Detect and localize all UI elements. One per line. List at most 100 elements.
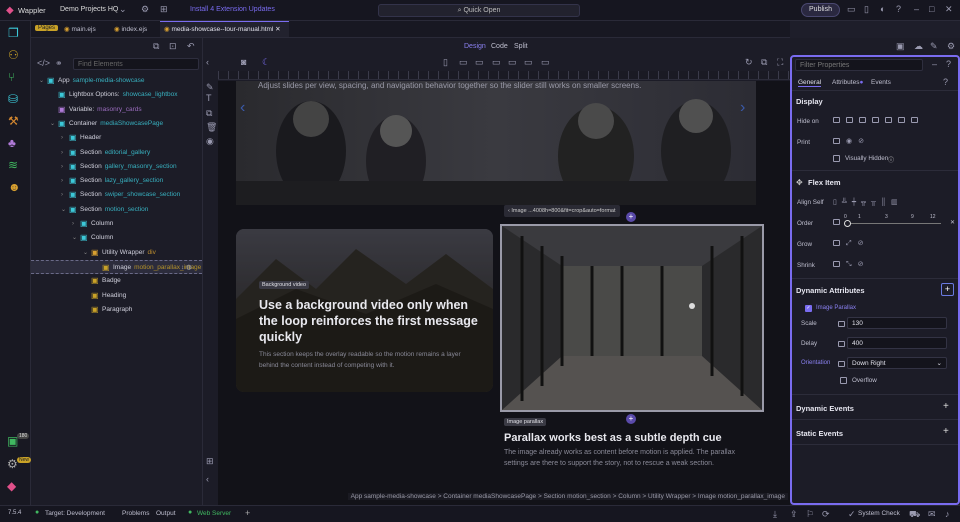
fullscreen-icon[interactable]: ⛶ [777, 58, 783, 67]
grid-icon[interactable]: ⊞ [206, 457, 214, 466]
device-desktop-icon[interactable]: ▭ [508, 58, 517, 67]
tree-item[interactable]: ▣ Badge [31, 274, 202, 288]
assets-icon[interactable]: ♣ [8, 136, 16, 150]
eye-icon[interactable]: ◉ [206, 137, 214, 146]
text-icon[interactable]: T [206, 94, 212, 103]
project-selector[interactable]: Demo Projects HQ [60, 6, 118, 13]
open-external-icon[interactable]: ⧉ [761, 58, 767, 67]
wappler-icon[interactable]: ◆ [7, 479, 16, 493]
web-server-button[interactable]: Web Server [197, 510, 231, 517]
tab-main[interactable]: ◉ main.ejs [64, 25, 96, 33]
tree-item[interactable]: ▣ Variable: masonry_cards [31, 103, 202, 117]
sync-icon[interactable]: ⟳ [822, 510, 830, 519]
split-mode-button[interactable]: Split [514, 43, 528, 50]
visually-hidden-checkbox[interactable] [833, 155, 840, 162]
update-link[interactable]: Install 4 Extension Updates [190, 6, 275, 13]
undo-icon[interactable]: ↶ [187, 42, 195, 51]
cart-icon[interactable]: ⛟ [909, 510, 920, 519]
close-icon[interactable]: ✕ [945, 5, 953, 14]
order-slider-thumb[interactable] [844, 220, 851, 227]
device-tv-icon[interactable]: ▭ [541, 58, 550, 67]
tree-action-icon[interactable]: ↕ ◍ [181, 261, 192, 275]
add-below-button[interactable]: + [626, 414, 636, 424]
pages-icon[interactable]: ❐ [8, 26, 19, 40]
maximize-icon[interactable]: □ [929, 5, 934, 14]
align-center-icon[interactable]: ┿ [852, 199, 861, 206]
droplet-icon[interactable]: ◐ [880, 5, 885, 14]
api-icon[interactable]: ⚒ [8, 114, 19, 128]
pin-icon[interactable]: ⊡ [169, 42, 177, 51]
add-dynamic-attribute-button[interactable]: + [941, 283, 954, 296]
help-icon[interactable]: ? [946, 60, 951, 69]
help-circle-icon[interactable]: ? [943, 78, 948, 87]
close-icon[interactable]: ✕ [275, 26, 280, 33]
delay-input[interactable]: 400 [847, 337, 947, 349]
tree-arrow-icon[interactable]: › [61, 188, 63, 202]
tree-item[interactable]: ⌄ ▣ Container mediaShowcasePage [31, 117, 202, 131]
align-wide-icon[interactable]: ▥ [891, 199, 903, 206]
tree-item[interactable]: › ▣ Header [31, 131, 202, 145]
tab-general[interactable]: General [798, 79, 822, 87]
shrink-options[interactable]: ⤡ ⊘ [833, 261, 863, 268]
ban-icon[interactable]: ⊘ [858, 240, 864, 247]
camera-icon[interactable]: ◙ [241, 58, 246, 67]
expand-icon[interactable]: ⤢ [846, 240, 852, 247]
grow-default-icon[interactable] [833, 240, 840, 247]
bell-icon[interactable]: ⚐ [806, 510, 814, 519]
problems-button[interactable]: Problems [122, 510, 149, 517]
shrink-default-icon[interactable] [833, 261, 840, 268]
panel-icon[interactable]: ▭ [847, 5, 856, 14]
output-button[interactable]: Output [156, 510, 176, 517]
robot-icon[interactable]: ☻ [8, 180, 21, 194]
design-mode-button[interactable]: Design [464, 43, 486, 50]
grid-icon[interactable]: ⊞ [160, 5, 168, 14]
parallax-image-selection[interactable] [500, 224, 764, 412]
tree-arrow-icon[interactable]: ⌄ [61, 203, 66, 217]
code-mode-button[interactable]: Code [491, 43, 508, 50]
tree-arrow-icon[interactable]: ⌄ [72, 231, 77, 245]
tree-arrow-icon[interactable]: ⌄ [83, 246, 88, 260]
minus-icon[interactable]: – [932, 60, 937, 69]
slider-next-icon[interactable]: › [740, 99, 745, 117]
align-stretch-icon[interactable]: ║ [881, 199, 891, 206]
brush-icon[interactable]: ✎ [930, 42, 938, 51]
tree-item[interactable]: › ▣ Section swiper_showcase_section [31, 188, 202, 202]
tree-item[interactable]: ⌄ ▣ Column [31, 231, 202, 245]
gear-icon[interactable]: ⚙ [141, 5, 149, 14]
ban-icon[interactable]: ⊘ [858, 261, 864, 268]
tablet-land-icon[interactable] [859, 117, 866, 124]
scale-input[interactable]: 130 [847, 317, 947, 329]
grow-options[interactable]: ⤢ ⊘ [833, 240, 863, 247]
tree-item[interactable]: ▣ Paragraph [31, 303, 202, 317]
tree-arrow-icon[interactable]: › [61, 160, 63, 174]
device-tablet-icon[interactable]: ▭ [459, 58, 468, 67]
tree-item[interactable]: ⌄ ▣ Utility Wrapper div [31, 246, 202, 260]
tree-arrow-icon[interactable]: › [72, 217, 74, 231]
copy-icon[interactable]: ⧉ [206, 109, 212, 118]
align-auto-icon[interactable]: ▯ [833, 199, 842, 206]
device-tablet-land-icon[interactable]: ▭ [475, 58, 484, 67]
layout-icon[interactable]: ▯ [864, 5, 869, 14]
wide-icon[interactable] [898, 117, 905, 124]
tree-item[interactable]: ▣ Lightbox Options: showcase_lightbox [31, 88, 202, 102]
tab-attributes[interactable]: Attributes● [832, 79, 863, 86]
cloud-icon[interactable]: ☁ [914, 42, 923, 51]
add-icon[interactable]: + [245, 508, 250, 518]
tree-item[interactable]: ⌄ ▣ Section motion_section [31, 203, 202, 217]
orientation-select[interactable]: Down Right ⌄ [847, 357, 947, 369]
download-icon[interactable]: ⤓ [773, 510, 777, 519]
chat-icon[interactable]: ✉ [928, 510, 936, 519]
compress-icon[interactable]: ⤡ [846, 261, 852, 268]
tree-item[interactable]: ▣ Heading [31, 289, 202, 303]
align-start-icon[interactable]: ╩ [842, 199, 852, 206]
workflow-icon[interactable]: ⚇ [8, 48, 19, 62]
refresh-icon[interactable]: ↻ [745, 58, 753, 67]
settings-icon[interactable]: ⚙ [947, 42, 955, 51]
info-icon[interactable]: ⓘ [888, 155, 894, 164]
add-above-button[interactable]: + [626, 212, 636, 222]
order-reset-icon[interactable] [833, 219, 840, 225]
hide-on-devices[interactable] [833, 117, 924, 124]
share-icon[interactable]: ⇪ [790, 510, 798, 519]
align-self-options[interactable]: ▯╩┿╦╥║▥ [833, 198, 903, 206]
help-icon[interactable]: ? [896, 5, 901, 14]
